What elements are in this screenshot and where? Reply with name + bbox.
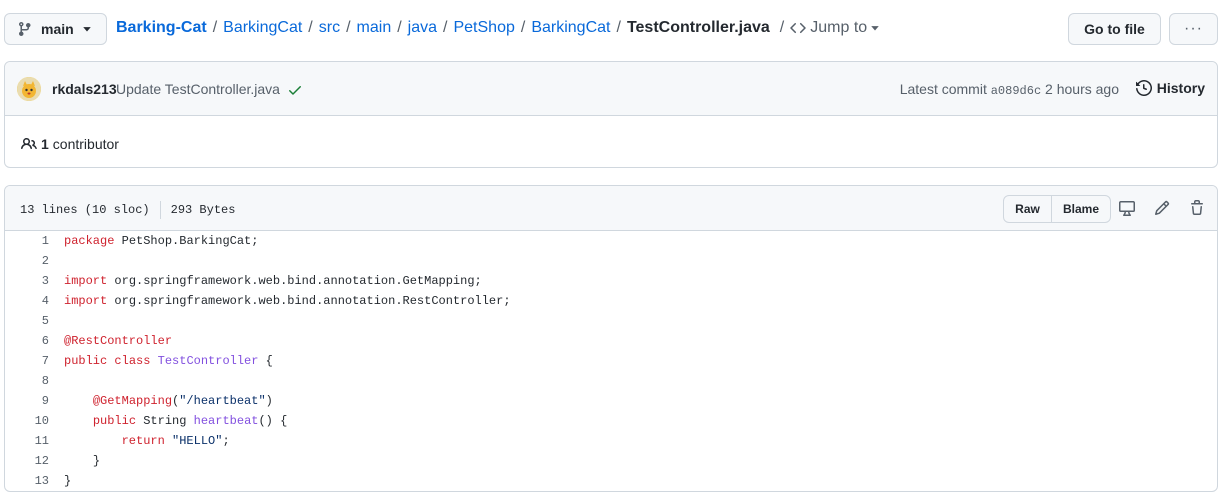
blame-button[interactable]: Blame	[1052, 196, 1110, 222]
history-link[interactable]: History	[1135, 80, 1205, 96]
line-code: import org.springframework.web.bind.anno…	[64, 274, 482, 288]
desktop-icon[interactable]	[1119, 200, 1135, 216]
latest-commit-label: Latest commit	[899, 81, 987, 97]
branch-select-button[interactable]: main	[4, 13, 107, 45]
divider	[159, 201, 161, 219]
line-number[interactable]: 5	[5, 314, 49, 328]
code-line: 13}	[5, 471, 1217, 491]
code-line: 10 public String heartbeat() {	[5, 411, 1217, 431]
jump-to-label: Jump to	[810, 19, 868, 36]
code-icon	[790, 22, 806, 34]
code-line: 5	[5, 311, 1217, 331]
latest-commit-box: rkdals213 Update TestController.java Lat…	[4, 61, 1218, 168]
line-number[interactable]: 7	[5, 354, 49, 368]
breadcrumb-repo-link[interactable]: Barking-Cat	[116, 19, 207, 37]
line-code: public String heartbeat() {	[92, 414, 288, 428]
git-branch-icon	[19, 22, 31, 36]
line-code: public class TestController {	[64, 354, 273, 368]
commit-header: rkdals213 Update TestController.java Lat…	[5, 62, 1217, 116]
line-number[interactable]: 13	[5, 474, 49, 488]
commit-message-link[interactable]: Update TestController.java	[116, 81, 280, 97]
line-number[interactable]: 2	[5, 254, 49, 268]
file-line-count: 13 lines (10 sloc)	[20, 203, 150, 217]
line-number[interactable]: 4	[5, 294, 49, 308]
file-size: 293 Bytes	[170, 203, 236, 217]
line-code: return "HELLO";	[121, 434, 230, 448]
breadcrumb-link[interactable]: java	[408, 19, 437, 37]
contributor-count: 1	[41, 136, 49, 152]
code-line: 7 public class TestController {	[5, 351, 1217, 371]
contributor-label: contributor	[52, 136, 119, 152]
latest-commit-info: Latest commit a089d6c 2 hours ago	[900, 81, 1119, 98]
commit-sha-link[interactable]: a089d6c	[991, 84, 1041, 98]
line-number[interactable]: 12	[5, 454, 49, 468]
raw-button[interactable]: Raw	[1004, 196, 1052, 222]
line-number[interactable]: 1	[5, 234, 49, 248]
people-icon	[21, 137, 37, 150]
history-label: History	[1156, 80, 1205, 96]
line-code: package PetShop.BarkingCat;	[64, 234, 259, 248]
breadcrumb-link[interactable]: BarkingCat	[531, 19, 610, 37]
trash-icon[interactable]	[1189, 200, 1205, 216]
line-number[interactable]: 11	[5, 434, 49, 448]
line-number[interactable]: 9	[5, 394, 49, 408]
breadcrumb-link[interactable]: main	[357, 19, 392, 37]
history-icon	[1135, 80, 1152, 96]
code-line: 2	[5, 251, 1217, 271]
line-code: @RestController	[64, 334, 173, 348]
line-number[interactable]: 10	[5, 414, 49, 428]
file-viewer: 13 lines (10 sloc) 293 Bytes Raw Blame 1…	[4, 185, 1218, 492]
author-avatar[interactable]	[17, 77, 41, 101]
commit-time: 2 hours ago	[1045, 81, 1119, 97]
line-code: @GetMapping("/heartbeat")	[92, 394, 273, 408]
line-number[interactable]: 3	[5, 274, 49, 288]
caret-down-icon	[82, 27, 91, 32]
line-code: import org.springframework.web.bind.anno…	[64, 294, 511, 308]
code-line: 11 return "HELLO";	[5, 431, 1217, 451]
jump-to-menu[interactable]: Jump to	[786, 19, 884, 37]
code-line: 9 @GetMapping("/heartbeat")	[5, 391, 1217, 411]
code-line: 1 package PetShop.BarkingCat;	[5, 231, 1217, 251]
file-view-button-group: Raw Blame	[1003, 195, 1111, 223]
commit-author-link[interactable]: rkdals213	[52, 81, 117, 97]
avatar-cat-icon	[17, 77, 41, 101]
file-header: 13 lines (10 sloc) 293 Bytes Raw Blame	[5, 186, 1217, 231]
contributors-link[interactable]: 1 contributor	[21, 136, 119, 152]
breadcrumb-link[interactable]: BarkingCat	[223, 19, 302, 37]
code-line: 8	[5, 371, 1217, 391]
code-line: 12 }	[5, 451, 1217, 471]
go-to-file-button[interactable]: Go to file	[1068, 13, 1161, 45]
branch-name: main	[41, 21, 74, 37]
file-info: 13 lines (10 sloc) 293 Bytes	[20, 201, 235, 219]
check-icon[interactable]	[287, 82, 303, 98]
breadcrumb-link[interactable]: src	[319, 19, 340, 37]
line-number[interactable]: 6	[5, 334, 49, 348]
code-line: 6 @RestController	[5, 331, 1217, 351]
caret-down-icon	[871, 26, 879, 31]
line-code: }	[64, 474, 72, 488]
file-navigation: main Barking-Cat / BarkingCat / src / ma…	[4, 13, 1218, 46]
breadcrumb-link[interactable]: PetShop	[453, 19, 514, 37]
pencil-icon[interactable]	[1154, 200, 1170, 216]
line-number[interactable]: 8	[5, 374, 49, 388]
line-code: }	[92, 454, 101, 468]
code-listing: 1 package PetShop.BarkingCat; 2 3 import org…	[5, 231, 1217, 491]
breadcrumb: Barking-Cat / BarkingCat / src / main / …	[116, 19, 884, 37]
breadcrumb-file-name: TestController.java	[626, 19, 770, 36]
code-line: 4 import org.springframework.web.bind.ann…	[5, 291, 1217, 311]
code-line: 3 import org.springframework.web.bind.ann…	[5, 271, 1217, 291]
more-options-button[interactable]: ···	[1169, 13, 1218, 45]
